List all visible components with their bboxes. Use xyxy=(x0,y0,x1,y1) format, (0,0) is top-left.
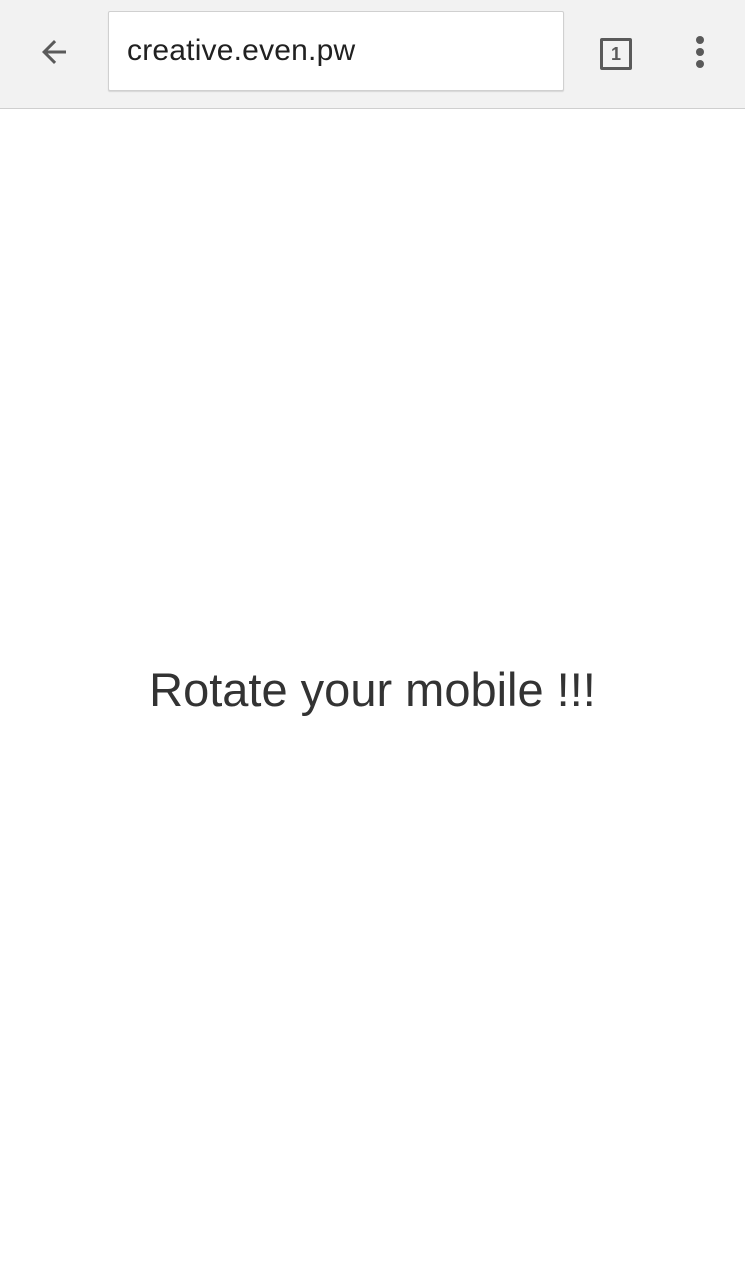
back-button[interactable] xyxy=(18,18,90,90)
url-bar[interactable]: creative.even.pw xyxy=(108,11,564,91)
rotate-message: Rotate your mobile !!! xyxy=(149,663,596,716)
browser-toolbar: creative.even.pw 1 xyxy=(0,0,745,109)
tab-switcher-button[interactable]: 1 xyxy=(580,18,652,90)
tab-count: 1 xyxy=(610,44,621,64)
arrow-back-icon xyxy=(36,34,72,75)
url-text: creative.even.pw xyxy=(127,34,356,67)
tab-switcher-icon: 1 xyxy=(600,38,632,70)
overflow-menu-button[interactable] xyxy=(664,18,736,90)
overflow-menu-icon xyxy=(694,34,706,75)
